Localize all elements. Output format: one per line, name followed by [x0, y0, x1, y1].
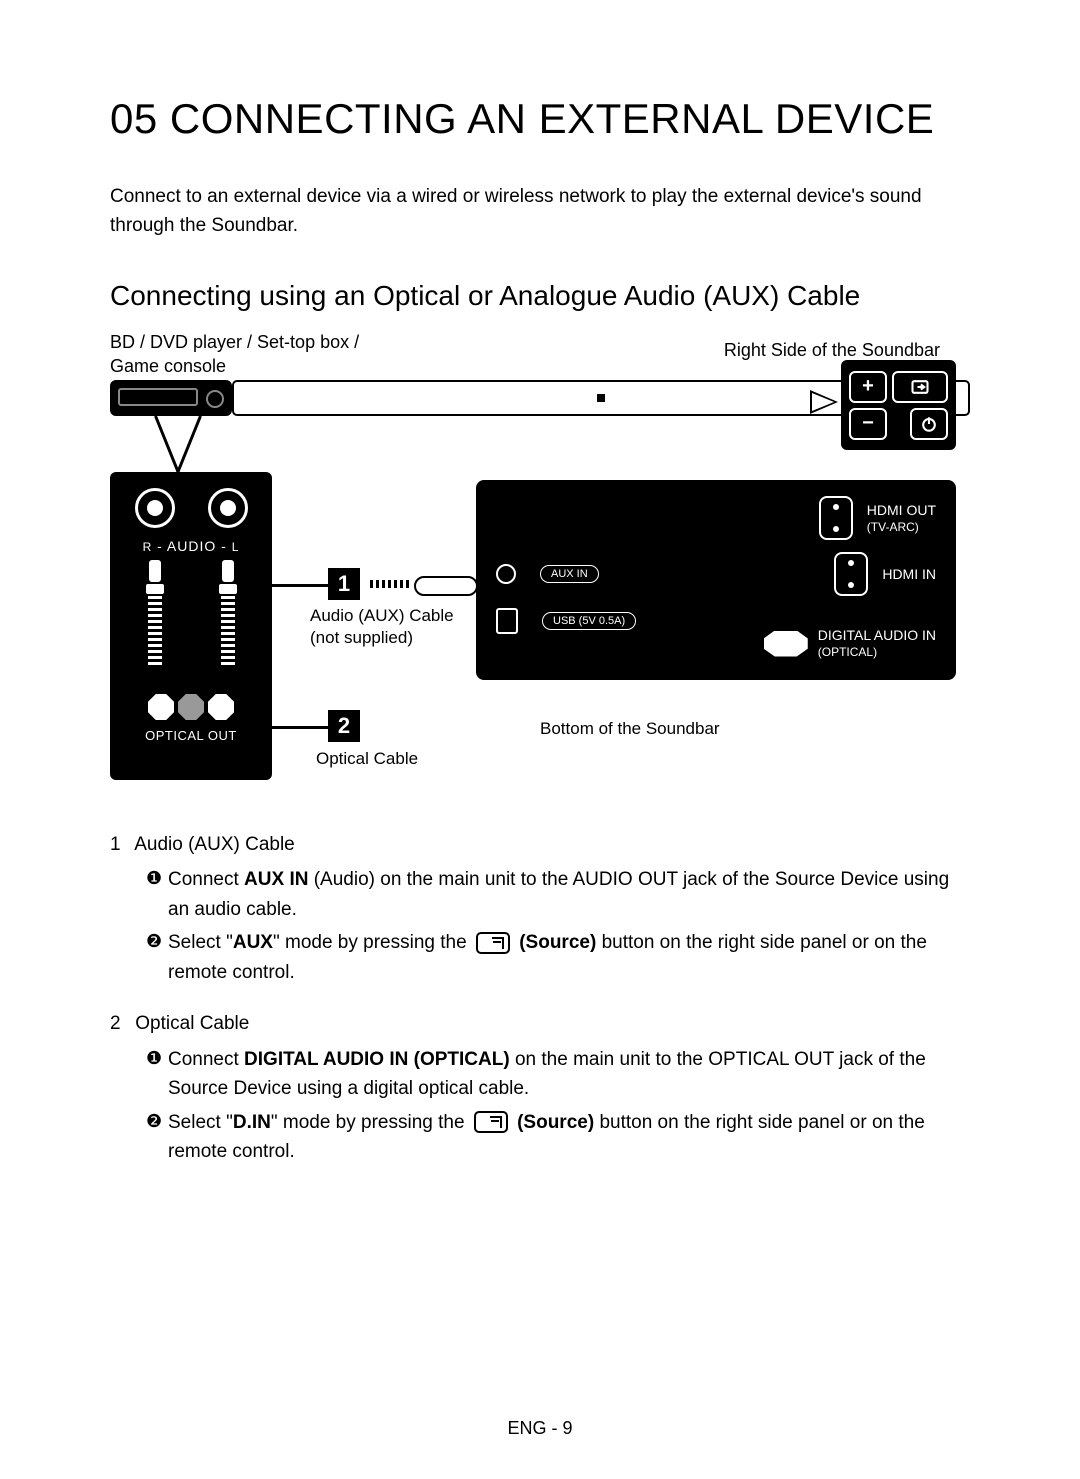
source-icon [474, 1111, 508, 1133]
inst-num-1: 1 [110, 830, 130, 859]
soundbar-side-panel: + − [841, 360, 956, 450]
aux-in-jack-icon [496, 564, 516, 584]
instruction-2: 2 Optical Cable ❶ Connect DIGITAL AUDIO … [110, 1009, 970, 1166]
inst-title-1: Audio (AUX) Cable [134, 834, 295, 855]
right-side-label: Right Side of the Soundbar [724, 338, 940, 362]
chapter-heading: CONNECTING AN EXTERNAL DEVICE [170, 95, 934, 142]
soundbar-bottom-panel: HDMI OUT (TV-ARC) AUX IN HDMI IN USB (5V… [476, 480, 956, 680]
digital-audio-in-port: DIGITAL AUDIO IN (OPTICAL) [764, 627, 936, 660]
hdmi-port-icon [834, 552, 868, 596]
instruction-1: 1 Audio (AUX) Cable ❶ Connect AUX IN (Au… [110, 830, 970, 987]
inst-title-2: Optical Cable [135, 1013, 249, 1034]
chapter-number: 05 [110, 95, 158, 142]
page-number: ENG - 9 [0, 1418, 1080, 1439]
substep-1b: Select "AUX" mode by pressing the (Sourc… [168, 928, 970, 987]
source-button-icon [892, 371, 948, 403]
connection-diagram: BD / DVD player / Set-top box / Game con… [110, 330, 970, 800]
rca-audio-label: R - AUDIO - L [118, 538, 264, 554]
substep-bullet-1: ❶ [146, 865, 168, 924]
optical-cable-label: Optical Cable [316, 748, 418, 770]
volume-up-icon: + [849, 371, 887, 403]
substep-bullet-2: ❷ [146, 928, 168, 987]
optical-out-label: OPTICAL OUT [118, 728, 264, 743]
callout-1: 1 [328, 568, 360, 600]
callout-2: 2 [328, 710, 360, 742]
power-icon [910, 408, 948, 440]
intro-text: Connect to an external device via a wire… [110, 183, 970, 240]
substep-bullet-2: ❷ [146, 1108, 168, 1167]
aux-in-label: AUX IN [540, 565, 599, 583]
pointer-arrow-icon [810, 390, 838, 414]
hdmi-out-label: HDMI OUT (TV-ARC) [867, 502, 936, 535]
substep-bullet-1: ❶ [146, 1045, 168, 1104]
hdmi-in-label: HDMI IN [882, 566, 936, 582]
usb-label: USB (5V 0.5A) [542, 612, 636, 630]
rca-jack-left-icon [208, 488, 248, 528]
usb-port-icon [496, 608, 518, 634]
external-device-ports: R - AUDIO - L OPTICAL OUT [110, 472, 272, 780]
substep-2b: Select "D.IN" mode by pressing the (Sour… [168, 1108, 970, 1167]
substep-1a: Connect AUX IN (Audio) on the main unit … [168, 865, 970, 924]
source-icon [476, 932, 510, 954]
volume-down-icon: − [849, 408, 887, 440]
bottom-of-soundbar-label: Bottom of the Soundbar [540, 718, 720, 740]
rca-jack-right-icon [135, 488, 175, 528]
v-connector-lines [150, 416, 206, 480]
chapter-title: 05 CONNECTING AN EXTERNAL DEVICE [110, 95, 970, 143]
rca-plug-icon [217, 560, 239, 680]
bd-player-icon [110, 380, 232, 416]
aux-cable-icon [370, 570, 480, 598]
inst-num-2: 2 [110, 1009, 130, 1038]
rca-plug-icon [144, 560, 166, 680]
optical-out-port-icon [118, 694, 264, 720]
substep-2a: Connect DIGITAL AUDIO IN (OPTICAL) on th… [168, 1045, 970, 1104]
source-device-label: BD / DVD player / Set-top box / Game con… [110, 330, 370, 379]
instructions: 1 Audio (AUX) Cable ❶ Connect AUX IN (Au… [110, 830, 970, 1166]
aux-cable-label: Audio (AUX) Cable (not supplied) [310, 605, 454, 649]
section-title: Connecting using an Optical or Analogue … [110, 280, 970, 312]
optical-in-icon [764, 631, 808, 657]
hdmi-port-icon [819, 496, 853, 540]
